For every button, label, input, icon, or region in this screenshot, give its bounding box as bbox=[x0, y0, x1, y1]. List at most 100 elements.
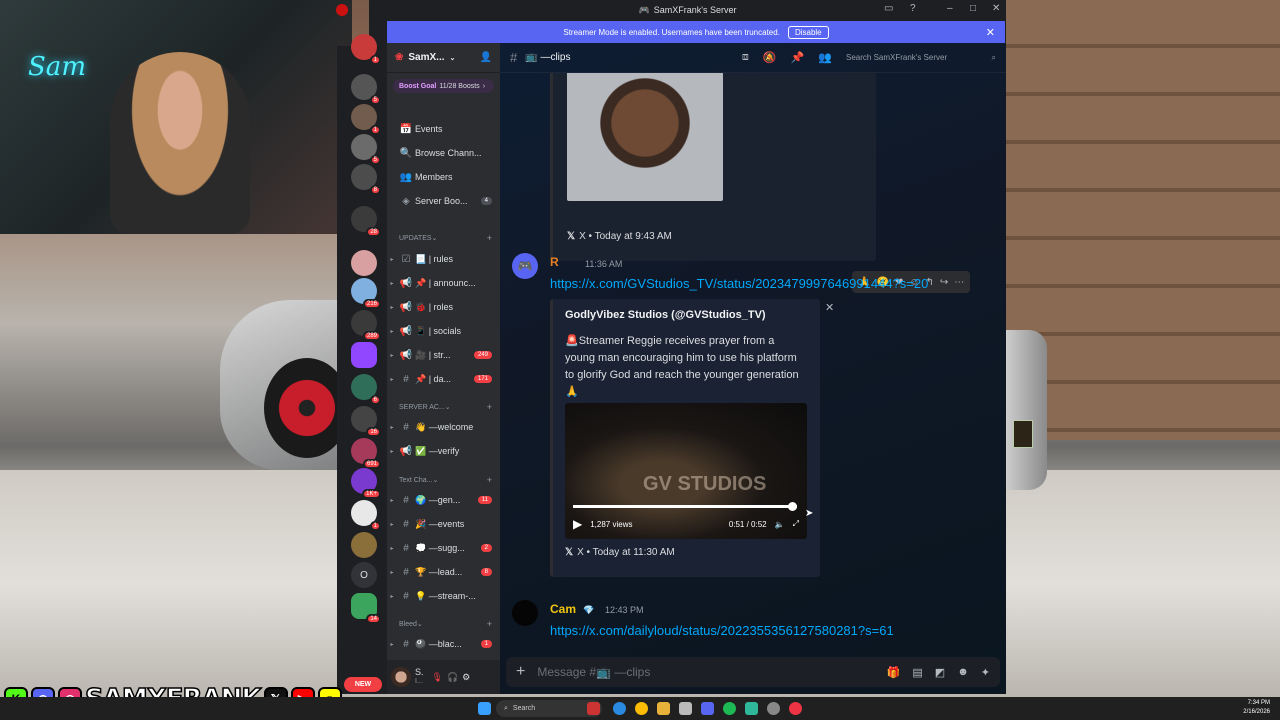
browser-icon[interactable] bbox=[789, 702, 802, 715]
channel-category[interactable]: SERVER AC... ⌄ + bbox=[387, 400, 500, 414]
start-menu-icon[interactable] bbox=[478, 702, 491, 715]
volume-icon[interactable]: 🔈 bbox=[775, 520, 785, 529]
discord-taskbar-icon[interactable] bbox=[701, 702, 714, 715]
channel-item[interactable]: ▸ # 🎉 —events bbox=[387, 515, 500, 533]
play-icon[interactable]: ▶ bbox=[573, 517, 582, 531]
gift-icon[interactable]: 🎁 bbox=[887, 666, 901, 679]
close-banner-icon[interactable]: ✕ bbox=[986, 26, 995, 39]
spotify-icon[interactable] bbox=[723, 702, 736, 715]
member-list-icon[interactable]: 👥 bbox=[818, 51, 832, 64]
user-avatar[interactable] bbox=[391, 667, 411, 687]
message-author[interactable]: Cam bbox=[550, 602, 576, 616]
settings-gear-icon[interactable]: ⚙ bbox=[462, 672, 470, 683]
add-channel-icon[interactable]: + bbox=[487, 233, 492, 243]
file-explorer-icon[interactable] bbox=[657, 702, 670, 715]
add-channel-icon[interactable]: + bbox=[487, 619, 492, 629]
server-icon[interactable]: 1 bbox=[351, 500, 381, 531]
message-composer[interactable]: + Message #📺 —clips 🎁 ▤ ◩ ☻ ✦ bbox=[506, 657, 1000, 687]
sidebar-item[interactable]: 👥 Members bbox=[387, 168, 500, 186]
sticker-icon[interactable]: ◩ bbox=[935, 666, 945, 679]
embed-author[interactable]: GodlyVibez Studios (@GVStudios_TV) bbox=[565, 309, 766, 321]
channel-item[interactable]: ▸ 📢 🐞 | roles bbox=[387, 298, 500, 316]
video-progress-bar[interactable] bbox=[573, 502, 797, 511]
video-scrubber-handle[interactable] bbox=[787, 502, 797, 511]
apps-icon[interactable]: ✦ bbox=[981, 666, 990, 679]
taskbar-clock[interactable]: 7:34 PM 2/16/2026 bbox=[1243, 699, 1270, 717]
channel-item[interactable]: ▸ # 💡 —stream-... bbox=[387, 587, 500, 605]
embed-image[interactable] bbox=[567, 73, 723, 201]
channel-item[interactable]: ▸ 📢 📱 | socials bbox=[387, 322, 500, 340]
pin-icon[interactable]: 📌 bbox=[791, 51, 805, 64]
server-icon[interactable]: 1 bbox=[351, 104, 381, 135]
gif-icon[interactable]: ▤ bbox=[912, 666, 922, 679]
author-avatar[interactable] bbox=[512, 600, 538, 626]
boost-goal-bar[interactable]: Boost Goal 11/28 Boosts › bbox=[393, 79, 494, 93]
help-icon[interactable]: ? bbox=[910, 3, 916, 14]
channel-item[interactable]: ▸ # 🌍 —gen... 11 bbox=[387, 491, 500, 509]
channel-category[interactable]: UPDATES ⌄ + bbox=[387, 231, 500, 245]
close-window-icon[interactable]: ✕ bbox=[992, 3, 1000, 14]
minimize-icon[interactable]: – bbox=[947, 3, 953, 14]
channel-item[interactable]: ▸ ☑ 📃 | rules bbox=[387, 250, 500, 268]
forward-icon[interactable]: ↪ bbox=[940, 277, 948, 288]
add-channel-icon[interactable]: + bbox=[487, 475, 492, 485]
close-embed-icon[interactable]: ✕ bbox=[825, 301, 834, 314]
channel-item[interactable]: ▸ # 📌 | da... 171 bbox=[387, 370, 500, 388]
headphones-icon[interactable]: 🎧 bbox=[447, 672, 458, 683]
message-link[interactable]: https://x.com/dailyloud/status/202235535… bbox=[550, 623, 894, 638]
chrome-icon[interactable] bbox=[635, 702, 648, 715]
message-author[interactable]: R bbox=[550, 255, 559, 269]
server-icon[interactable]: 1K+ bbox=[351, 468, 381, 499]
message-link[interactable]: https://x.com/GVStudios_TV/status/202347… bbox=[550, 276, 928, 291]
add-friend-icon[interactable]: 👤 bbox=[480, 52, 492, 63]
server-icon[interactable]: 5 bbox=[351, 134, 381, 165]
server-icon[interactable]: 16 bbox=[351, 406, 381, 437]
server-icon[interactable]: 14 bbox=[351, 593, 381, 624]
server-icon[interactable]: 5 bbox=[351, 74, 381, 105]
store-icon[interactable] bbox=[679, 702, 692, 715]
server-icon[interactable] bbox=[351, 532, 377, 558]
edge-icon[interactable] bbox=[613, 702, 626, 715]
fullscreen-icon[interactable]: ⤢ bbox=[793, 519, 799, 529]
sidebar-item[interactable]: 🔍 Browse Chann... bbox=[387, 144, 500, 162]
channel-item[interactable]: ▸ # 🎱 —blac... 1 bbox=[387, 635, 500, 653]
emoji-icon[interactable]: ☻ bbox=[957, 666, 969, 679]
server-icon[interactable] bbox=[351, 250, 377, 276]
server-icon-letter[interactable]: O bbox=[351, 562, 377, 588]
channel-category[interactable]: Bleed ⌄ + bbox=[387, 617, 500, 631]
server-icon[interactable]: 1 bbox=[351, 34, 381, 65]
threads-icon[interactable]: ⧈ bbox=[742, 51, 749, 64]
channel-item[interactable]: ▸ 📢 🎥 | str... 249 bbox=[387, 346, 500, 364]
sidebar-item[interactable]: ◈ Server Boo... 4 bbox=[387, 192, 500, 210]
more-options-icon[interactable]: ⋯ bbox=[954, 277, 964, 288]
channel-item[interactable]: ▸ 📢 📌 | announc... bbox=[387, 274, 500, 292]
notification-bell-icon[interactable]: 🔕 bbox=[763, 51, 777, 64]
inbox-icon[interactable]: ▭ bbox=[884, 3, 893, 14]
search-input[interactable]: Search SamXFrank's Server ⌕ bbox=[846, 53, 996, 63]
server-icon[interactable]: 216 bbox=[351, 278, 381, 309]
mute-mic-icon[interactable]: 🎙 bbox=[432, 672, 443, 683]
author-avatar[interactable]: 🎮 bbox=[512, 253, 538, 279]
channel-category[interactable]: Text Cha... ⌄ + bbox=[387, 473, 500, 487]
server-icon[interactable]: 289 bbox=[351, 310, 381, 341]
add-channel-icon[interactable]: + bbox=[487, 402, 492, 412]
server-icon[interactable]: 8 bbox=[351, 164, 381, 195]
maximize-icon[interactable]: □ bbox=[970, 3, 976, 14]
video-player[interactable]: GV STUDIOS ▶ 1,287 views 0:51 / 0:52 🔈 ⤢ bbox=[565, 403, 807, 539]
flag-widget-icon[interactable] bbox=[587, 702, 600, 715]
add-attachment-icon[interactable]: + bbox=[516, 663, 525, 681]
server-header[interactable]: ❀ SamX... ⌄ 👤 bbox=[387, 43, 500, 73]
channel-item[interactable]: ▸ # 💭 —sugg... 2 bbox=[387, 539, 500, 557]
channel-item[interactable]: ▸ 📢 ✅ —verify bbox=[387, 442, 500, 460]
twitch-server-icon[interactable] bbox=[351, 342, 377, 368]
channel-item[interactable]: ▸ # 🏆 —lead... 8 bbox=[387, 563, 500, 581]
message-input[interactable]: Message #📺 —clips bbox=[537, 665, 650, 679]
disable-streamer-button[interactable]: Disable bbox=[787, 25, 829, 39]
server-icon[interactable]: 6 bbox=[351, 374, 381, 405]
app-icon[interactable] bbox=[745, 702, 758, 715]
server-icon[interactable]: 28 bbox=[351, 206, 381, 237]
settings-icon[interactable] bbox=[767, 702, 780, 715]
server-icon[interactable]: 691 bbox=[351, 438, 381, 469]
channel-item[interactable]: ▸ # 👋 —welcome bbox=[387, 418, 500, 436]
sidebar-item[interactable]: 📅 Events bbox=[387, 120, 500, 138]
